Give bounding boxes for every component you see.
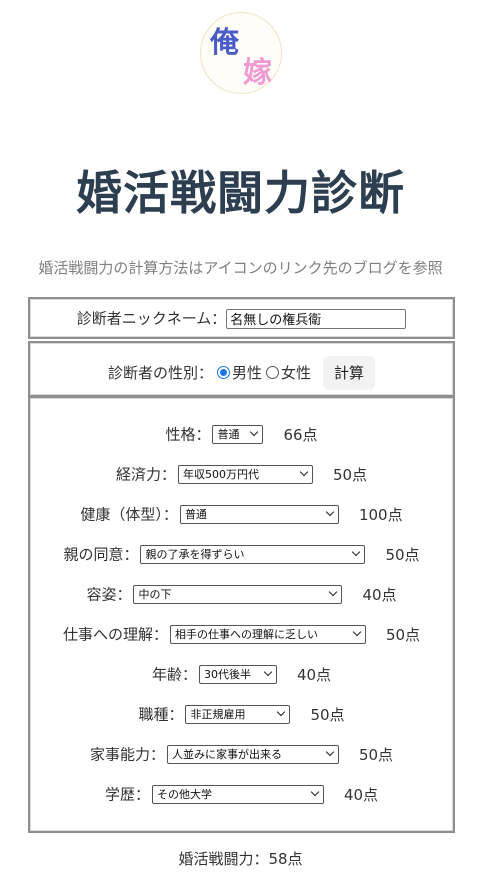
work-understanding-label: 仕事への理解： [62,625,168,644]
housework-select-value: 人並みに家事が出来る [171,748,282,761]
logo-char-yome: 嫁 [243,55,273,89]
housework-select[interactable]: 人並みに家事が出来る [166,745,339,764]
age-select-value: 30代後半 [203,668,251,681]
gender-female-label[interactable]: 女性 [281,364,311,382]
parent-consent-select-value: 親の了承を得ずらい [145,548,245,561]
chevron-down-icon [299,467,309,477]
finance-select[interactable]: 年収500万円代 [177,465,313,484]
factor-row-work-understanding: 仕事への理解： 相手の仕事への理解に乏しい 50点 [30,623,453,646]
education-select[interactable]: その他大学 [151,785,324,804]
occupation-select[interactable]: 非正規雇用 [185,705,291,724]
health-select[interactable]: 普通 [179,505,339,524]
nickname-label: 診断者ニックネーム： [76,309,227,328]
result-score: 婚活戦闘力：58点 [178,850,303,868]
nickname-section: 診断者ニックネーム： [28,297,455,339]
page-title: 婚活戦闘力診断 [76,166,405,220]
gender-section: 診断者の性別： 男性 女性 計算 [28,341,455,397]
finance-points: 50点 [332,465,368,484]
factor-row-appearance: 容姿： 中の下 40点 [30,583,453,606]
gender-label: 診断者の性別： [107,364,213,382]
parent-consent-points: 50点 [385,545,420,564]
calculate-button[interactable]: 計算 [323,356,376,390]
personality-select[interactable]: 普通 [212,425,264,444]
chevron-down-icon [352,547,361,557]
factor-row-housework: 家事能力： 人並みに家事が出来る 50点 [30,743,453,766]
parent-consent-select[interactable]: 親の了承を得ずらい [140,545,366,564]
housework-label: 家事能力： [89,745,165,764]
factor-row-health: 健康（体型）： 普通 100点 [30,503,453,526]
education-label: 学歴： [104,785,150,804]
work-understanding-points: 50点 [385,625,421,644]
age-select[interactable]: 30代後半 [198,665,277,684]
health-select-value: 普通 [184,508,207,521]
appearance-select-value: 中の下 [138,588,172,601]
appearance-label: 容姿： [86,585,132,604]
health-points: 100点 [358,505,403,524]
work-understanding-select-value: 相手の仕事への理解に乏しい [174,628,318,641]
parent-consent-label: 親の同意： [63,545,139,564]
health-label: 健康（体型）： [80,505,178,524]
chevron-down-icon [277,707,286,717]
chevron-down-icon [310,787,320,797]
education-points: 40点 [343,785,379,804]
factor-row-personality: 性格： 普通 66点 [30,423,453,446]
factor-row-occupation: 職種： 非正規雇用 50点 [30,703,453,726]
chevron-down-icon [352,627,362,637]
age-points: 40点 [296,665,332,684]
gender-male-radio[interactable] [216,365,230,379]
subtitle: 婚活戦闘力の計算方法はアイコンのリンク先のブログを参照 [38,259,443,277]
logo-link[interactable]: 俺 嫁 [200,12,282,94]
blog-logo-icon[interactable]: 俺 嫁 [200,12,282,94]
occupation-points: 50点 [310,705,345,724]
occupation-select-value: 非正規雇用 [190,708,246,721]
finance-label: 経済力： [115,465,176,484]
factor-row-parent-consent: 親の同意： 親の了承を得ずらい 50点 [30,543,453,566]
chevron-down-icon [329,587,338,597]
personality-label: 性格： [165,425,211,444]
housework-points: 50点 [358,745,394,764]
chevron-down-icon [325,507,335,517]
factors-section: 性格： 普通 66点 経済力： 年収500万円代 50点 健康（体型）： 普通 100点 親… [28,396,455,833]
personality-select-value: 普通 [217,428,240,441]
finance-select-value: 年収500万円代 [182,468,259,481]
factor-row-age: 年齢： 30代後半 40点 [30,663,453,686]
nickname-input[interactable] [226,308,407,329]
appearance-points: 40点 [362,585,397,604]
logo-char-ore: 俺 [210,25,240,59]
gender-female-radio[interactable] [266,365,279,379]
appearance-select[interactable]: 中の下 [133,585,343,604]
factor-row-education: 学歴： その他大学 40点 [30,783,453,806]
age-label: 年齢： [151,665,197,684]
education-select-value: その他大学 [156,788,212,801]
chevron-down-icon [250,427,259,437]
occupation-label: 職種： [138,705,184,724]
chevron-down-icon [325,747,335,757]
chevron-down-icon [263,667,273,677]
factor-row-finance: 経済力： 年収500万円代 50点 [30,463,453,486]
gender-male-label[interactable]: 男性 [232,364,262,382]
work-understanding-select[interactable]: 相手の仕事への理解に乏しい [169,625,366,644]
personality-points: 66点 [283,425,318,444]
